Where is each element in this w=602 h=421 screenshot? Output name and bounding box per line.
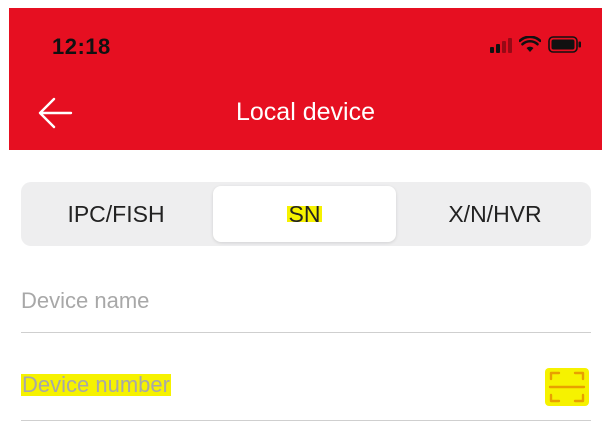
device-number-row: Device number	[21, 358, 591, 421]
tab-label: SN	[286, 201, 323, 227]
battery-icon	[548, 36, 581, 53]
scan-button[interactable]	[545, 368, 589, 406]
device-number-input[interactable]: Device number	[21, 374, 171, 396]
tab-ipc-fish[interactable]: IPC/FISH	[21, 182, 211, 246]
device-type-segmented-control: IPC/FISH SN X/N/HVR	[21, 182, 591, 246]
local-device-screen: 12:18 Local device IPC/FISH SN X/N/HVR D…	[0, 0, 602, 421]
tab-x-n-hvr[interactable]: X/N/HVR	[399, 182, 591, 246]
page-title: Local device	[236, 98, 375, 126]
device-name-row	[21, 270, 591, 333]
tab-label: IPC/FISH	[67, 200, 165, 227]
wifi-icon	[519, 36, 541, 52]
device-name-input[interactable]	[21, 284, 521, 318]
tab-sn[interactable]: SN	[213, 186, 396, 242]
tab-label: X/N/HVR	[448, 200, 542, 227]
status-icons	[490, 36, 582, 53]
app-header: 12:18 Local device	[9, 8, 602, 150]
scan-icon	[548, 371, 586, 403]
cellular-signal-icon	[490, 37, 512, 53]
status-time: 12:18	[52, 34, 111, 59]
